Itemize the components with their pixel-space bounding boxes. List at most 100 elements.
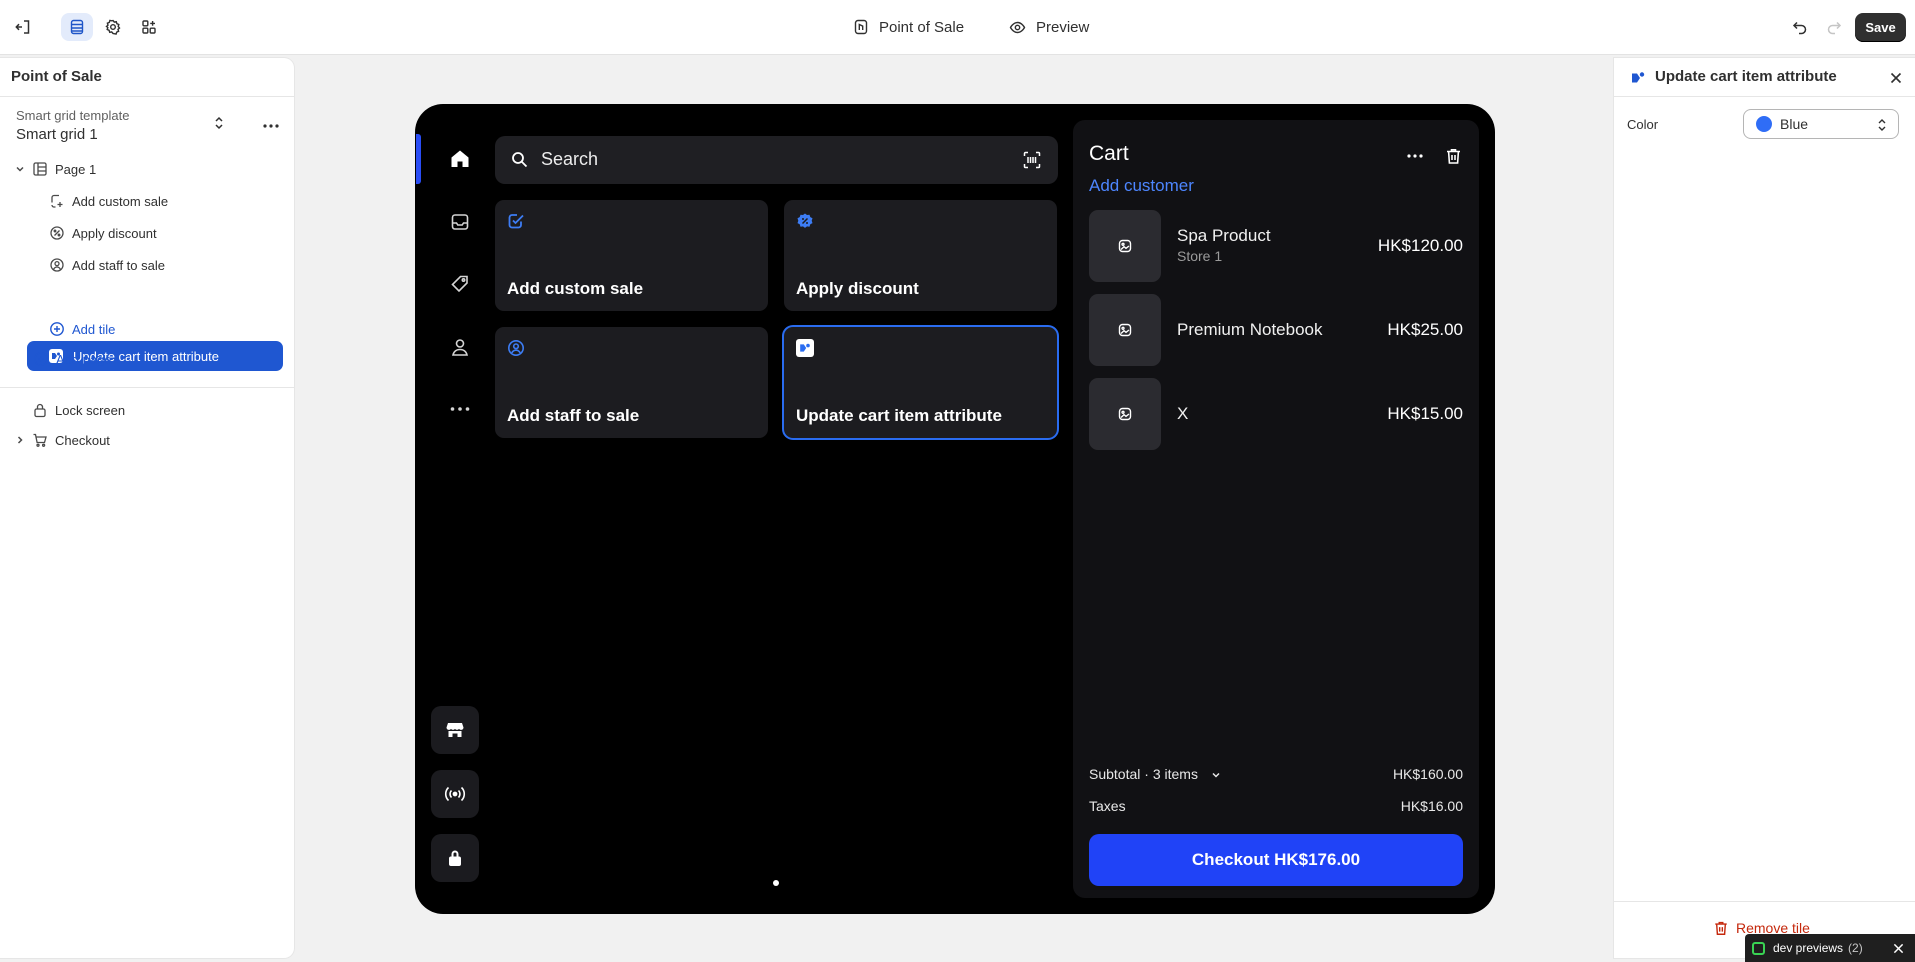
custom-sale-icon bbox=[508, 214, 524, 229]
app-title: Point of Sale bbox=[879, 18, 965, 36]
nav-customers[interactable] bbox=[445, 332, 475, 362]
exit-button[interactable] bbox=[7, 13, 39, 41]
nav-more[interactable] bbox=[445, 394, 475, 424]
nav-active-indicator bbox=[416, 134, 421, 184]
plus-circle-icon bbox=[33, 351, 49, 367]
panel-title: Point of Sale bbox=[11, 68, 102, 85]
image-placeholder-icon bbox=[1118, 239, 1132, 253]
cart-panel: Cart Add customer Spa Product Store 1 HK… bbox=[1073, 120, 1479, 898]
template-name: Smart grid 1 bbox=[16, 126, 98, 143]
subtotal-label: Subtotal · 3 items bbox=[1089, 766, 1198, 782]
chevron-down-icon bbox=[1212, 773, 1220, 778]
nav-products[interactable] bbox=[445, 269, 475, 299]
cart-item-price: HK$25.00 bbox=[1387, 320, 1463, 339]
tile-label: Update cart item attribute bbox=[796, 406, 1002, 425]
cart-line-item[interactable]: X HK$15.00 bbox=[1089, 378, 1463, 450]
cart-icon bbox=[32, 432, 48, 448]
product-thumbnail bbox=[1089, 378, 1161, 450]
cart-item-price: HK$120.00 bbox=[1377, 236, 1463, 255]
subtotal-row[interactable]: Subtotal · 3 items HK$160.00 bbox=[1089, 766, 1463, 782]
pos-device-preview: Search Add custom sale Apply discount Ad… bbox=[415, 104, 1495, 914]
image-placeholder-icon bbox=[1118, 323, 1132, 337]
subtotal-value: HK$160.00 bbox=[1392, 766, 1463, 782]
sections-icon bbox=[70, 19, 84, 35]
right-panel: Update cart item attribute Color Blue Re… bbox=[1614, 58, 1915, 958]
checkout-label: Checkout bbox=[55, 432, 110, 448]
cart-title: Cart bbox=[1089, 142, 1129, 165]
tag-icon bbox=[451, 275, 468, 293]
taxes-value: HK$16.00 bbox=[1400, 798, 1463, 814]
connectivity-button[interactable] bbox=[431, 770, 479, 818]
save-button[interactable]: Save bbox=[1855, 13, 1906, 42]
search-bar[interactable]: Search bbox=[495, 136, 1058, 184]
tree-lock-screen[interactable]: Lock screen bbox=[32, 395, 125, 425]
tree-tile-apply-discount[interactable]: Apply discount bbox=[49, 218, 157, 248]
cart-clear-button[interactable] bbox=[1441, 144, 1465, 168]
lock-screen-label: Lock screen bbox=[55, 402, 126, 418]
cart-item-name: Spa Product bbox=[1177, 226, 1271, 245]
cart-more-button[interactable] bbox=[1403, 146, 1427, 166]
nav-orders[interactable] bbox=[445, 207, 475, 237]
apps-icon bbox=[142, 20, 156, 34]
add-page-button[interactable]: Add page bbox=[33, 344, 112, 374]
add-tile-button[interactable]: Add tile bbox=[49, 314, 115, 344]
pos-tile-update-cart-attribute[interactable]: Update cart item attribute bbox=[784, 327, 1057, 438]
trash-icon bbox=[1446, 148, 1460, 164]
pos-tile-add-custom-sale[interactable]: Add custom sale bbox=[495, 200, 768, 311]
lock-button[interactable] bbox=[431, 834, 479, 882]
store-button[interactable] bbox=[431, 706, 479, 754]
pos-tile-add-staff[interactable]: Add staff to sale bbox=[495, 327, 768, 438]
tile-label: Add custom sale bbox=[507, 279, 644, 298]
chevron-up-down-icon bbox=[215, 116, 223, 130]
store-icon bbox=[446, 723, 464, 737]
tree-tile-label: Apply discount bbox=[72, 225, 157, 241]
pos-tile-apply-discount[interactable]: Apply discount bbox=[784, 200, 1057, 311]
trash-icon bbox=[1715, 921, 1727, 935]
redo-icon bbox=[1827, 21, 1842, 35]
template-more-button[interactable] bbox=[258, 116, 284, 136]
lock-icon bbox=[32, 402, 48, 418]
preview-label: Preview bbox=[1036, 18, 1090, 36]
close-icon[interactable] bbox=[1893, 943, 1904, 954]
image-placeholder-icon bbox=[1118, 407, 1132, 421]
cart-attribute-icon bbox=[1630, 70, 1646, 86]
page-indicator-dot[interactable] bbox=[773, 880, 779, 886]
add-tile-label: Add tile bbox=[72, 321, 116, 337]
cart-line-item[interactable]: Premium Notebook HK$25.00 bbox=[1089, 294, 1463, 366]
dev-preview-icon bbox=[1752, 941, 1765, 955]
tree-page-1[interactable]: Page 1 bbox=[14, 154, 96, 184]
dev-previews-label: dev previews bbox=[1773, 941, 1844, 955]
nav-home[interactable] bbox=[445, 144, 475, 174]
gear-icon bbox=[105, 19, 121, 35]
tree-tile-add-custom-sale[interactable]: Add custom sale bbox=[49, 186, 168, 216]
close-icon bbox=[1890, 72, 1902, 84]
undo-button[interactable] bbox=[1784, 13, 1816, 41]
page-label: Page 1 bbox=[55, 161, 97, 177]
divider bbox=[1614, 901, 1915, 902]
close-panel-button[interactable] bbox=[1886, 68, 1906, 88]
dev-previews-bar[interactable]: dev previews (2) bbox=[1745, 934, 1915, 962]
barcode-scan-icon[interactable] bbox=[1023, 151, 1041, 169]
taxes-label: Taxes bbox=[1089, 798, 1126, 814]
tree-checkout[interactable]: Checkout bbox=[14, 425, 110, 455]
tree-tile-label: Add staff to sale bbox=[72, 257, 165, 273]
template-selector[interactable]: Smart grid template Smart grid 1 bbox=[0, 98, 240, 148]
cart-item-name: Premium Notebook bbox=[1177, 320, 1323, 339]
preview-button[interactable]: Preview bbox=[1009, 14, 1089, 40]
add-customer-link[interactable]: Add customer bbox=[1089, 176, 1194, 196]
discount-icon bbox=[797, 213, 813, 228]
color-label: Color bbox=[1627, 117, 1659, 132]
cart-line-item[interactable]: Spa Product Store 1 HK$120.00 bbox=[1089, 210, 1463, 282]
settings-button[interactable] bbox=[97, 13, 129, 41]
app-title-group[interactable]: Point of Sale bbox=[853, 14, 964, 40]
staff-icon bbox=[49, 257, 65, 273]
checkout-button[interactable]: Checkout HK$176.00 bbox=[1089, 834, 1463, 886]
redo-button[interactable] bbox=[1818, 13, 1850, 41]
taxes-row: Taxes HK$16.00 bbox=[1089, 798, 1463, 814]
tree-tile-add-staff[interactable]: Add staff to sale bbox=[49, 250, 165, 280]
eye-icon bbox=[1009, 21, 1026, 33]
apps-button[interactable] bbox=[133, 13, 165, 41]
color-select[interactable]: Blue bbox=[1743, 109, 1899, 139]
home-icon bbox=[451, 150, 469, 167]
sections-button[interactable] bbox=[61, 13, 93, 41]
